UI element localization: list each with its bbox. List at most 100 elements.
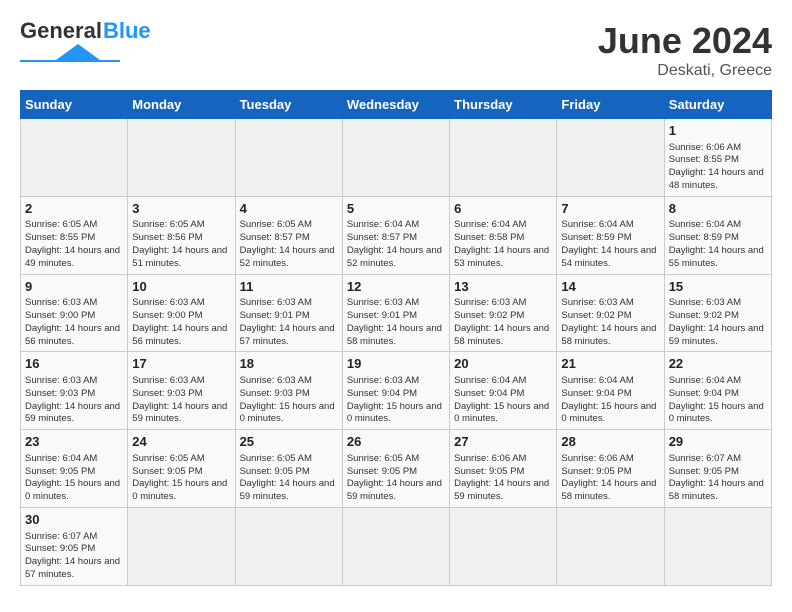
calendar-day-cell: 6Sunrise: 6:04 AM Sunset: 8:58 PM Daylig… bbox=[450, 196, 557, 274]
title-block: June 2024 Deskati, Greece bbox=[598, 20, 772, 80]
day-info: Sunrise: 6:06 AM Sunset: 9:05 PM Dayligh… bbox=[561, 453, 656, 502]
day-number: 26 bbox=[347, 433, 445, 451]
day-info: Sunrise: 6:06 AM Sunset: 9:05 PM Dayligh… bbox=[454, 453, 549, 502]
weekday-header-tuesday: Tuesday bbox=[235, 91, 342, 119]
day-info: Sunrise: 6:04 AM Sunset: 8:57 PM Dayligh… bbox=[347, 219, 442, 268]
day-info: Sunrise: 6:04 AM Sunset: 9:04 PM Dayligh… bbox=[561, 375, 656, 424]
day-info: Sunrise: 6:04 AM Sunset: 8:59 PM Dayligh… bbox=[669, 219, 764, 268]
day-number: 23 bbox=[25, 433, 123, 451]
calendar-day-cell: 10Sunrise: 6:03 AM Sunset: 9:00 PM Dayli… bbox=[128, 274, 235, 352]
calendar-day-cell: 19Sunrise: 6:03 AM Sunset: 9:04 PM Dayli… bbox=[342, 352, 449, 430]
calendar-day-cell: 4Sunrise: 6:05 AM Sunset: 8:57 PM Daylig… bbox=[235, 196, 342, 274]
calendar-day-cell: 11Sunrise: 6:03 AM Sunset: 9:01 PM Dayli… bbox=[235, 274, 342, 352]
weekday-header-saturday: Saturday bbox=[664, 91, 771, 119]
day-number: 19 bbox=[347, 355, 445, 373]
calendar-day-cell: 26 Sunrise: 6:05 AM Sunset: 9:05 PM Dayli… bbox=[342, 430, 449, 508]
day-number: 29 bbox=[669, 433, 767, 451]
day-number: 3 bbox=[132, 200, 230, 218]
calendar-day-cell: 23 Sunrise: 6:04 AM Sunset: 9:05 PM Dayli… bbox=[21, 430, 128, 508]
calendar-day-cell: 21 Sunrise: 6:04 AM Sunset: 9:04 PM Dayli… bbox=[557, 352, 664, 430]
calendar-day-cell: 1Sunrise: 6:06 AM Sunset: 8:55 PM Daylig… bbox=[664, 119, 771, 197]
calendar-day-cell: 25 Sunrise: 6:05 AM Sunset: 9:05 PM Dayli… bbox=[235, 430, 342, 508]
day-number: 18 bbox=[240, 355, 338, 373]
day-info: Sunrise: 6:05 AM Sunset: 8:57 PM Dayligh… bbox=[240, 219, 335, 268]
calendar-day-cell bbox=[450, 507, 557, 585]
day-number: 10 bbox=[132, 278, 230, 296]
day-number: 14 bbox=[561, 278, 659, 296]
calendar-day-cell: 12Sunrise: 6:03 AM Sunset: 9:01 PM Dayli… bbox=[342, 274, 449, 352]
day-number: 9 bbox=[25, 278, 123, 296]
calendar-day-cell: 3Sunrise: 6:05 AM Sunset: 8:56 PM Daylig… bbox=[128, 196, 235, 274]
calendar-week-row: 9Sunrise: 6:03 AM Sunset: 9:00 PM Daylig… bbox=[21, 274, 772, 352]
calendar-day-cell bbox=[664, 507, 771, 585]
day-info: Sunrise: 6:05 AM Sunset: 8:55 PM Dayligh… bbox=[25, 219, 120, 268]
day-info: Sunrise: 6:03 AM Sunset: 9:02 PM Dayligh… bbox=[561, 297, 656, 346]
day-info: Sunrise: 6:03 AM Sunset: 9:01 PM Dayligh… bbox=[347, 297, 442, 346]
calendar-day-cell: 20Sunrise: 6:04 AM Sunset: 9:04 PM Dayli… bbox=[450, 352, 557, 430]
day-info: Sunrise: 6:07 AM Sunset: 9:05 PM Dayligh… bbox=[25, 531, 120, 580]
day-info: Sunrise: 6:03 AM Sunset: 9:01 PM Dayligh… bbox=[240, 297, 335, 346]
calendar-day-cell: 18 Sunrise: 6:03 AM Sunset: 9:03 PM Dayli… bbox=[235, 352, 342, 430]
calendar-day-cell: 15Sunrise: 6:03 AM Sunset: 9:02 PM Dayli… bbox=[664, 274, 771, 352]
day-number: 13 bbox=[454, 278, 552, 296]
calendar-day-cell bbox=[21, 119, 128, 197]
calendar-day-cell: 22 Sunrise: 6:04 AM Sunset: 9:04 PM Dayli… bbox=[664, 352, 771, 430]
calendar-day-cell: 14Sunrise: 6:03 AM Sunset: 9:02 PM Dayli… bbox=[557, 274, 664, 352]
calendar-day-cell: 30 Sunrise: 6:07 AM Sunset: 9:05 PM Dayli… bbox=[21, 507, 128, 585]
weekday-header-monday: Monday bbox=[128, 91, 235, 119]
day-number: 21 bbox=[561, 355, 659, 373]
calendar-day-cell bbox=[235, 119, 342, 197]
day-info: Sunrise: 6:04 AM Sunset: 9:04 PM Dayligh… bbox=[669, 375, 764, 424]
weekday-header-thursday: Thursday bbox=[450, 91, 557, 119]
page-header: General Blue June 2024 Deskati, Greece bbox=[20, 20, 772, 80]
calendar-day-cell bbox=[342, 119, 449, 197]
day-info: Sunrise: 6:07 AM Sunset: 9:05 PM Dayligh… bbox=[669, 453, 764, 502]
day-number: 28 bbox=[561, 433, 659, 451]
day-number: 6 bbox=[454, 200, 552, 218]
day-number: 20 bbox=[454, 355, 552, 373]
day-info: Sunrise: 6:03 AM Sunset: 9:03 PM Dayligh… bbox=[240, 375, 335, 424]
day-info: Sunrise: 6:05 AM Sunset: 9:05 PM Dayligh… bbox=[132, 453, 227, 502]
day-number: 22 bbox=[669, 355, 767, 373]
calendar-day-cell: 8Sunrise: 6:04 AM Sunset: 8:59 PM Daylig… bbox=[664, 196, 771, 274]
weekday-header-sunday: Sunday bbox=[21, 91, 128, 119]
day-info: Sunrise: 6:04 AM Sunset: 9:05 PM Dayligh… bbox=[25, 453, 120, 502]
day-info: Sunrise: 6:05 AM Sunset: 9:05 PM Dayligh… bbox=[347, 453, 442, 502]
day-info: Sunrise: 6:06 AM Sunset: 8:55 PM Dayligh… bbox=[669, 142, 764, 191]
day-number: 4 bbox=[240, 200, 338, 218]
day-number: 24 bbox=[132, 433, 230, 451]
day-number: 5 bbox=[347, 200, 445, 218]
calendar-day-cell bbox=[342, 507, 449, 585]
calendar-day-cell: 28 Sunrise: 6:06 AM Sunset: 9:05 PM Dayli… bbox=[557, 430, 664, 508]
day-number: 30 bbox=[25, 511, 123, 529]
calendar-day-cell: 17Sunrise: 6:03 AM Sunset: 9:03 PM Dayli… bbox=[128, 352, 235, 430]
calendar-week-row: 16Sunrise: 6:03 AM Sunset: 9:03 PM Dayli… bbox=[21, 352, 772, 430]
calendar-week-row: 30 Sunrise: 6:07 AM Sunset: 9:05 PM Dayli… bbox=[21, 507, 772, 585]
day-info: Sunrise: 6:05 AM Sunset: 8:56 PM Dayligh… bbox=[132, 219, 227, 268]
day-info: Sunrise: 6:03 AM Sunset: 9:00 PM Dayligh… bbox=[25, 297, 120, 346]
calendar-day-cell bbox=[557, 119, 664, 197]
calendar-day-cell: 16Sunrise: 6:03 AM Sunset: 9:03 PM Dayli… bbox=[21, 352, 128, 430]
calendar-day-cell: 2Sunrise: 6:05 AM Sunset: 8:55 PM Daylig… bbox=[21, 196, 128, 274]
location-subtitle: Deskati, Greece bbox=[598, 62, 772, 80]
logo-text-general: General bbox=[20, 20, 102, 42]
day-info: Sunrise: 6:04 AM Sunset: 8:58 PM Dayligh… bbox=[454, 219, 549, 268]
day-number: 8 bbox=[669, 200, 767, 218]
calendar-week-row: 23 Sunrise: 6:04 AM Sunset: 9:05 PM Dayli… bbox=[21, 430, 772, 508]
day-info: Sunrise: 6:04 AM Sunset: 8:59 PM Dayligh… bbox=[561, 219, 656, 268]
month-year-title: June 2024 bbox=[598, 20, 772, 62]
calendar-day-cell: 13Sunrise: 6:03 AM Sunset: 9:02 PM Dayli… bbox=[450, 274, 557, 352]
calendar-day-cell: 24 Sunrise: 6:05 AM Sunset: 9:05 PM Dayli… bbox=[128, 430, 235, 508]
day-number: 15 bbox=[669, 278, 767, 296]
logo-icon bbox=[20, 42, 120, 62]
calendar-day-cell: 5Sunrise: 6:04 AM Sunset: 8:57 PM Daylig… bbox=[342, 196, 449, 274]
day-info: Sunrise: 6:03 AM Sunset: 9:02 PM Dayligh… bbox=[669, 297, 764, 346]
day-info: Sunrise: 6:05 AM Sunset: 9:05 PM Dayligh… bbox=[240, 453, 335, 502]
calendar-table: SundayMondayTuesdayWednesdayThursdayFrid… bbox=[20, 90, 772, 586]
weekday-header-row: SundayMondayTuesdayWednesdayThursdayFrid… bbox=[21, 91, 772, 119]
day-number: 2 bbox=[25, 200, 123, 218]
calendar-day-cell bbox=[557, 507, 664, 585]
day-number: 11 bbox=[240, 278, 338, 296]
day-number: 25 bbox=[240, 433, 338, 451]
calendar-week-row: 2Sunrise: 6:05 AM Sunset: 8:55 PM Daylig… bbox=[21, 196, 772, 274]
